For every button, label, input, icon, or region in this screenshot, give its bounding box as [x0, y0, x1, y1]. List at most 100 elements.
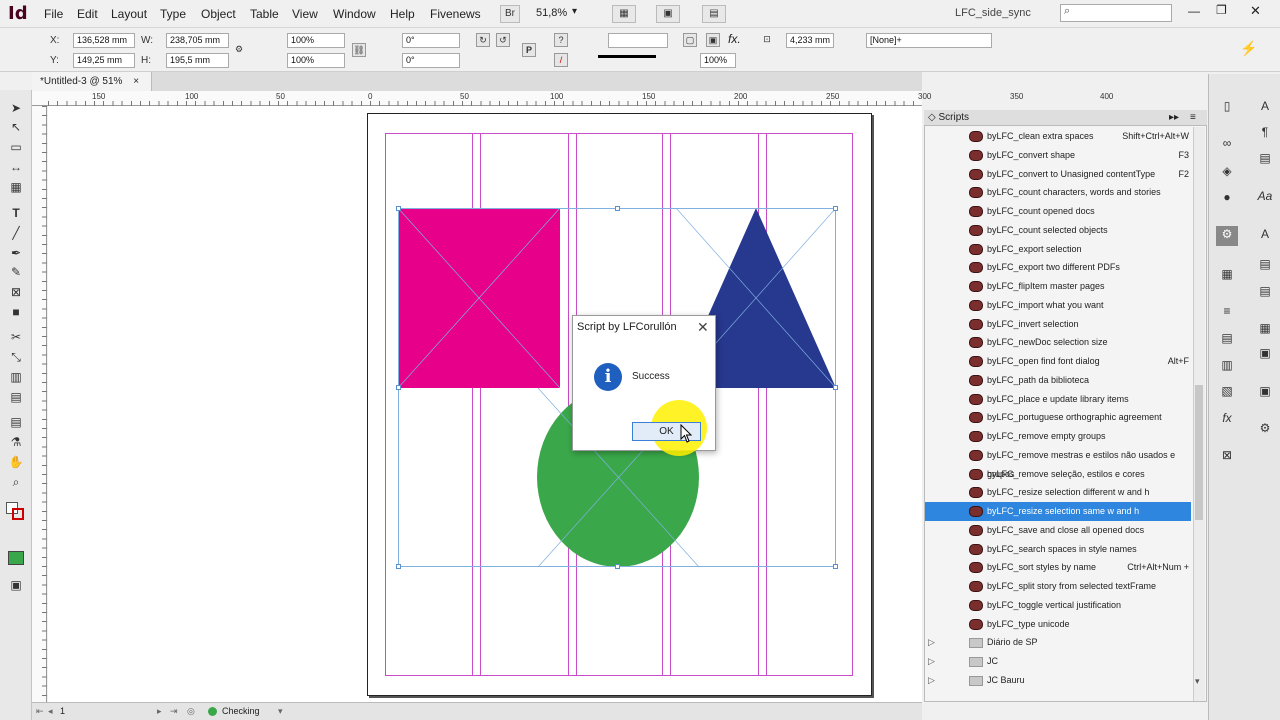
swatches-panel-icon[interactable]: ▤	[1218, 330, 1236, 346]
selection-handle[interactable]	[615, 206, 620, 211]
character-panel-icon[interactable]: A	[1256, 98, 1274, 114]
script-item[interactable]: byLFC_type unicode	[925, 615, 1191, 634]
table-styles-icon[interactable]: ▣	[1256, 345, 1274, 361]
script-item[interactable]: byLFC_convert shape F3	[925, 146, 1191, 165]
character-styles-icon[interactable]: A	[1256, 226, 1274, 242]
next-page-icon[interactable]: ▸	[157, 703, 162, 720]
script-item[interactable]: byLFC_invert selection	[925, 315, 1191, 334]
open-page-icon[interactable]: ◎	[187, 703, 195, 720]
folder-name: Diário de SP	[987, 637, 1038, 648]
last-page-icon[interactable]: ⇥	[170, 703, 178, 720]
selection-handle[interactable]	[396, 385, 401, 390]
transform-panel-icon[interactable]: ▣	[1256, 383, 1274, 399]
paragraph-panel-icon[interactable]: ¶	[1256, 124, 1274, 140]
align-panel-icon[interactable]: ▥	[1218, 357, 1236, 373]
folder-expand-icon[interactable]: ▷	[928, 633, 935, 652]
selection-handle[interactable]	[833, 385, 838, 390]
script-folder[interactable]: ▷ JC Bauru	[925, 671, 1191, 690]
script-item[interactable]: byLFC_remove seleção, estilos e cores	[925, 465, 1191, 484]
script-item[interactable]: byLFC_count selected objects	[925, 221, 1191, 240]
script-item[interactable]: byLFC_flipItem master pages	[925, 277, 1191, 296]
selection-handle[interactable]	[615, 564, 620, 569]
script-name: byLFC_remove seleção, estilos e cores	[987, 468, 1145, 479]
script-item[interactable]: byLFC_remove empty groups	[925, 427, 1191, 446]
glyphs-panel-icon[interactable]: Aa	[1256, 188, 1274, 204]
script-folder[interactable]: ▷ JC	[925, 652, 1191, 671]
object-styles-icon[interactable]: ▤	[1256, 283, 1274, 299]
script-item[interactable]: byLFC_search spaces in style names	[925, 540, 1191, 559]
scripts-panel-collapse-icon[interactable]: ◇	[928, 112, 936, 123]
mouse-cursor-icon	[680, 424, 693, 443]
script-shortcut: Alt+F	[1167, 356, 1189, 366]
status-bar: ⇤ ◂ 1 ▸ ⇥ ◎ Checking ▾	[32, 702, 922, 720]
script-item[interactable]: byLFC_open find font dialog Alt+F	[925, 352, 1191, 371]
script-item[interactable]: byLFC_portuguese orthographic agreement	[925, 408, 1191, 427]
script-name: byLFC_type unicode	[987, 618, 1070, 629]
script-item[interactable]: byLFC_sort styles by name Ctrl+Alt+Num +	[925, 558, 1191, 577]
script-item[interactable]: byLFC_export selection	[925, 240, 1191, 259]
prev-page-icon[interactable]: ◂	[48, 703, 53, 720]
table-panel-icon[interactable]: ▦	[1218, 266, 1236, 282]
script-item[interactable]: byLFC_newDoc selection size	[925, 333, 1191, 352]
selection-handle[interactable]	[396, 564, 401, 569]
selection-handle[interactable]	[833, 564, 838, 569]
script-file-icon	[969, 562, 983, 574]
script-item[interactable]: byLFC_save and close all opened docs	[925, 521, 1191, 540]
scripts-panel-icon[interactable]: ⚙	[1216, 226, 1238, 246]
script-item[interactable]: byLFC_export two different PDFs	[925, 258, 1191, 277]
script-name: byLFC_open find font dialog	[987, 356, 1100, 366]
script-item[interactable]: byLFC_place e update library items	[925, 390, 1191, 409]
scripts-scroll-thumb[interactable]	[1195, 385, 1203, 520]
script-folder[interactable]: ▷ Diário de SP	[925, 633, 1191, 652]
cell-styles-icon[interactable]: ▦	[1256, 320, 1274, 336]
script-name: byLFC_toggle vertical justification	[987, 599, 1122, 610]
scroll-down-icon[interactable]: ▾	[1195, 676, 1200, 687]
page-number-field[interactable]: 1	[60, 703, 150, 717]
panel-expand-icon[interactable]: ▸▸	[1169, 110, 1179, 126]
script-item[interactable]: byLFC_count opened docs	[925, 202, 1191, 221]
script-name: byLFC_newDoc selection size	[987, 337, 1108, 348]
script-item[interactable]: byLFC_toggle vertical justification	[925, 596, 1191, 615]
script-name: byLFC_convert shape	[987, 149, 1076, 160]
preflight-panel-icon[interactable]: ⊠	[1218, 447, 1236, 463]
dialog-close-icon[interactable]: ✕	[697, 319, 709, 336]
script-shortcut: Ctrl+Alt+Num +	[1127, 562, 1189, 573]
selection-handle[interactable]	[833, 206, 838, 211]
script-name: byLFC_count characters, words and storie…	[987, 187, 1161, 198]
preflight-menu-icon[interactable]: ▾	[278, 703, 283, 720]
folder-expand-icon[interactable]: ▷	[928, 652, 935, 671]
paragraph-styles-icon[interactable]: ▤	[1256, 256, 1274, 272]
script-file-icon	[969, 224, 983, 236]
first-page-icon[interactable]: ⇤	[36, 703, 44, 720]
script-name: byLFC_export selection	[987, 243, 1082, 254]
script-name: byLFC_portuguese orthographic agreement	[987, 412, 1162, 423]
script-item[interactable]: byLFC_resize selection different w and h	[925, 483, 1191, 502]
script-shortcut: F3	[1178, 149, 1189, 160]
script-item[interactable]: byLFC_clean extra spaces Shift+Ctrl+Alt+W	[925, 127, 1191, 146]
script-item[interactable]: byLFC_path da biblioteca	[925, 371, 1191, 390]
panel-menu-icon[interactable]: ≡	[1190, 110, 1196, 126]
pages-panel-icon[interactable]: ▯	[1218, 98, 1236, 114]
script-item[interactable]: byLFC_import what you want	[925, 296, 1191, 315]
layers-panel-icon[interactable]: ◈	[1218, 163, 1236, 179]
links-panel-icon[interactable]: ∞	[1218, 135, 1236, 151]
folder-icon	[969, 638, 983, 649]
selection-handle[interactable]	[396, 206, 401, 211]
script-item[interactable]: byLFC_remove mestras e estilos não usado…	[925, 446, 1191, 479]
preflight-status[interactable]: Checking	[222, 703, 260, 720]
script-item[interactable]: byLFC_split story from selected textFram…	[925, 577, 1191, 596]
pathfinder-panel-icon[interactable]: ▧	[1218, 383, 1236, 399]
script-label-panel-icon[interactable]: ⚙	[1256, 420, 1274, 436]
script-item[interactable]: byLFC_resize selection same w and h	[925, 502, 1191, 521]
folder-expand-icon[interactable]: ▷	[928, 671, 935, 690]
script-file-icon	[969, 618, 983, 630]
effects-panel-icon[interactable]: fx	[1218, 410, 1236, 426]
info-panel-icon[interactable]: ●	[1218, 189, 1236, 205]
scripts-panel-title[interactable]: Scripts	[938, 112, 969, 123]
text-wrap-panel-icon[interactable]: ▤	[1256, 150, 1274, 166]
script-item[interactable]: byLFC_convert to Unasigned contentType F2	[925, 165, 1191, 184]
script-name: byLFC_resize selection same w and h	[987, 506, 1140, 516]
script-file-icon	[969, 262, 983, 274]
stroke-panel-icon[interactable]: ≡	[1218, 303, 1236, 319]
script-item[interactable]: byLFC_count characters, words and storie…	[925, 183, 1191, 202]
